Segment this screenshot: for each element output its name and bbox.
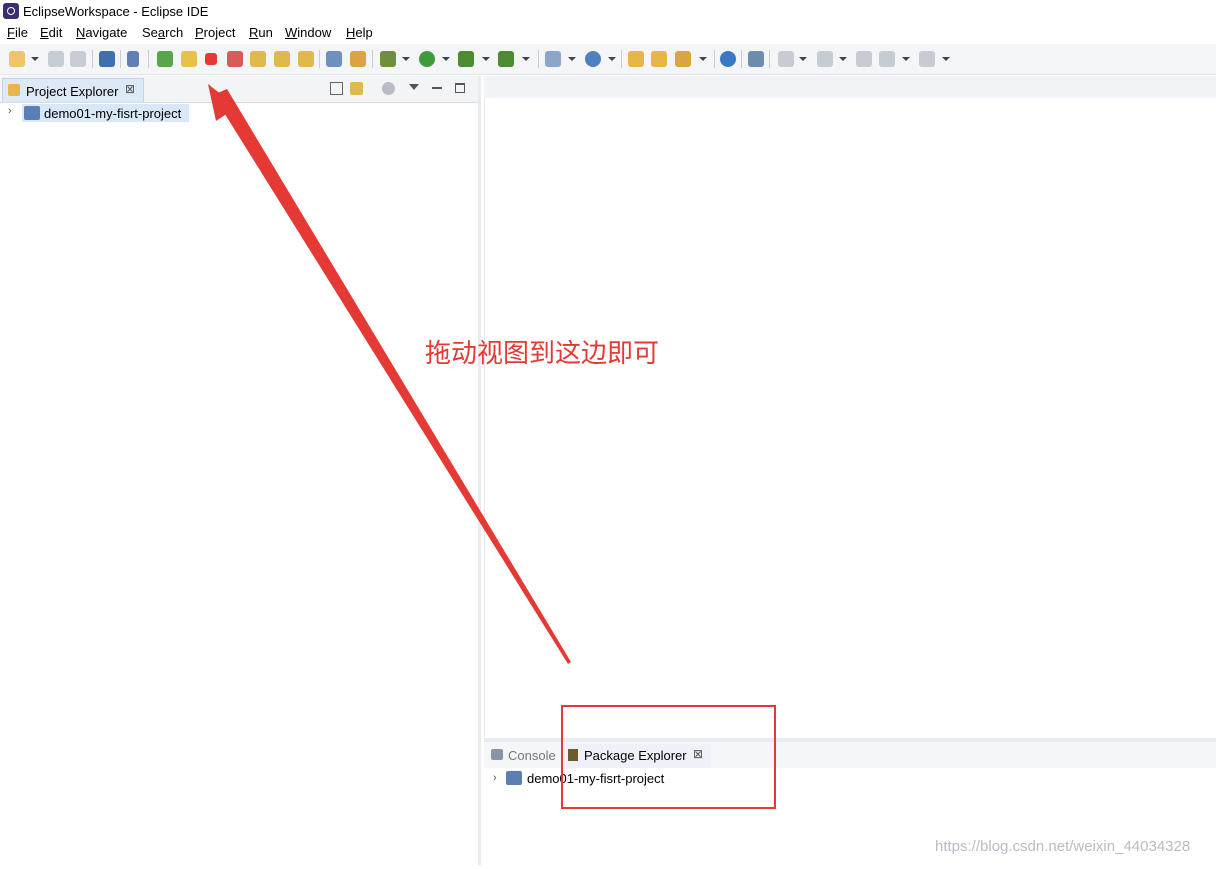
annotation-arrow (208, 84, 571, 664)
watermark: https://blog.csdn.net/weixin_44034328 (935, 838, 1191, 855)
annotation-text: 拖动视图到这边即可 (425, 339, 660, 369)
arrow-shaft (213, 89, 571, 664)
